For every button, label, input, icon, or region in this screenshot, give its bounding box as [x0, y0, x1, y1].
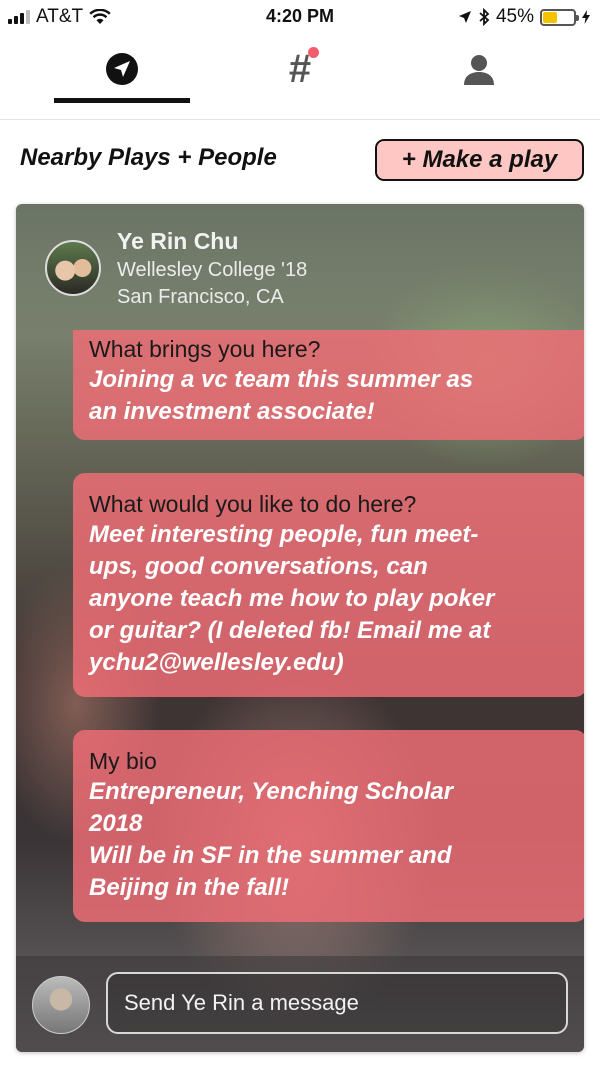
prompt-question: My bio [89, 748, 157, 774]
charging-icon [582, 10, 590, 24]
prompt-answer: Entrepreneur, Yenching Scholar 2018 Will… [89, 778, 454, 901]
page-title: Nearby Plays + People [20, 144, 277, 171]
prompt-question: What would you like to do here? [89, 491, 417, 517]
prompt-bubble: What brings you here? Joining a vc team … [73, 330, 584, 440]
message-input[interactable] [106, 972, 568, 1034]
tab-hashtags[interactable]: # [232, 34, 368, 104]
notification-dot [308, 47, 320, 58]
navigation-icon [106, 53, 138, 85]
battery-percent: 45% [495, 6, 534, 27]
tab-nearby[interactable] [54, 34, 190, 104]
status-bar: AT&T 4:20 PM 45% [0, 0, 600, 34]
my-avatar[interactable] [32, 976, 90, 1034]
tab-bar: # [0, 34, 600, 120]
prompt-question: What brings you here? [89, 336, 321, 362]
tab-profile[interactable] [411, 34, 547, 104]
bluetooth-icon [479, 8, 490, 26]
profile-school: Wellesley College '18 [117, 259, 308, 281]
profile-name: Ye Rin Chu [117, 228, 239, 254]
avatar[interactable] [45, 240, 101, 296]
hashtag-icon: # [289, 47, 320, 89]
status-right: 45% [458, 6, 590, 28]
prompt-bubble: My bio Entrepreneur, Yenching Scholar 20… [73, 730, 584, 922]
prompt-bubble: What would you like to do here? Meet int… [73, 473, 584, 697]
active-tab-indicator [54, 98, 190, 103]
profile-location: San Francisco, CA [117, 286, 284, 308]
prompt-answer: Meet interesting people, fun meet- ups, … [89, 521, 495, 676]
prompt-answer: Joining a vc team this summer as an inve… [89, 366, 474, 425]
battery-fill [543, 11, 557, 23]
make-play-button[interactable]: + Make a play [375, 139, 584, 181]
battery-icon [540, 8, 579, 26]
location-arrow-icon [458, 11, 471, 23]
message-composer [16, 956, 584, 1052]
profile-icon [464, 55, 494, 85]
profile-card[interactable]: Ye Rin Chu Wellesley College '18 San Fra… [16, 204, 584, 1052]
